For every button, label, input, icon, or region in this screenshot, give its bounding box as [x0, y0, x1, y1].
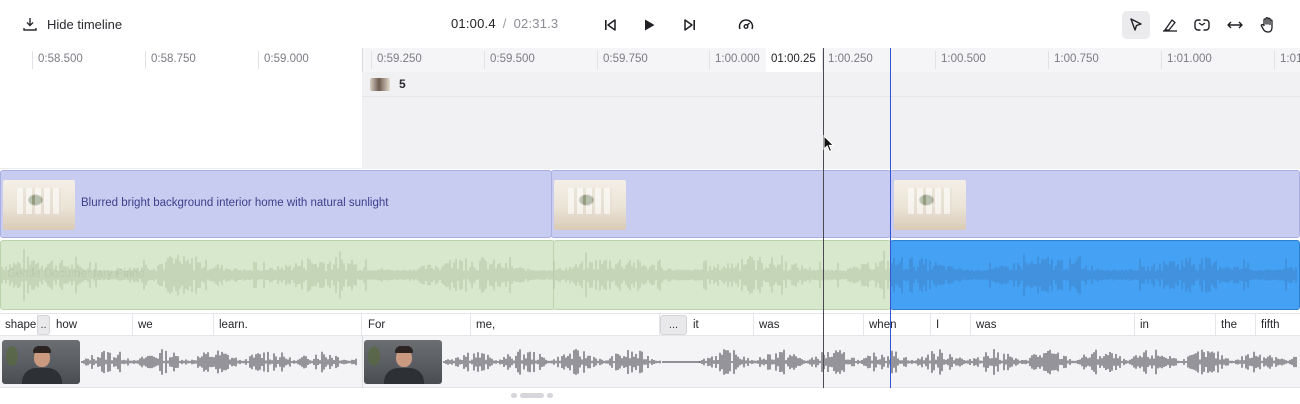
ruler-tick-label: 1:00.250 [828, 53, 873, 65]
time-ruler[interactable]: 0:58.500 0:58.750 0:59.000 0:59.250 0:59.500… [0, 48, 1300, 72]
transcript-word[interactable]: fifth [1256, 314, 1300, 336]
playback-speed-button[interactable] [733, 12, 759, 38]
video-clip-thumbnail [894, 180, 966, 230]
transcript-word[interactable]: we [133, 314, 214, 336]
select-tool-button[interactable] [1122, 11, 1150, 39]
timeline-toolbar: Hide timeline 01:00.4 / 02:31.3 [0, 0, 1300, 48]
ruler-tick-line [709, 51, 710, 69]
video-clip[interactable]: Blurred bright background interior home … [0, 170, 552, 238]
ruler-tick-label: 0:58.750 [151, 53, 196, 65]
transcript-word[interactable]: I [931, 314, 971, 336]
ruler-current-marker: 01:00.25 [766, 48, 822, 72]
transcript-word[interactable]: learn. [214, 314, 362, 336]
hide-timeline-button[interactable]: Hide timeline [22, 12, 122, 36]
transcript-word[interactable]: was [754, 314, 864, 336]
ruler-tick-line [935, 51, 936, 69]
video-clip-thumbnail [554, 180, 626, 230]
resize-handle[interactable] [511, 393, 553, 399]
scene-row[interactable]: 5 [362, 72, 1300, 97]
hover-position-line [823, 48, 824, 388]
ruler-tick-line [258, 51, 259, 69]
resize-handle-bar [520, 393, 544, 398]
ruler-tick-label: 0:59.000 [264, 53, 309, 65]
video-clip[interactable] [890, 170, 1300, 238]
ruler-tick-line [484, 51, 485, 69]
transcript-word[interactable]: in [1135, 314, 1216, 336]
voice-waveform-path [81, 349, 1297, 375]
ripple-tool-button[interactable] [1189, 12, 1215, 38]
ruler-tick-label: 1:00.750 [1054, 53, 1099, 65]
mouse-cursor-icon [823, 135, 835, 153]
ruler-tick-label: 0:59.750 [603, 53, 648, 65]
resize-handle-dot [511, 393, 517, 398]
transcript-word[interactable]: it [688, 314, 754, 336]
playhead[interactable] [890, 48, 891, 388]
transcript-word[interactable]: was [971, 314, 1135, 336]
music-waveform-path [1, 249, 891, 301]
video-track: Blurred bright background interior home … [0, 170, 1300, 238]
transcript-word[interactable]: the [1216, 314, 1256, 336]
ruler-tick-line [371, 51, 372, 69]
ruler-tick-line [1048, 51, 1049, 69]
ruler-tick-label: 1:01.000 [1167, 53, 1212, 65]
voice-waveform [81, 349, 1297, 375]
select-pointer-icon [1130, 18, 1142, 31]
scene-thumbnail [370, 78, 390, 91]
blade-tool-button[interactable] [1157, 12, 1183, 38]
music-waveform-selected-path [891, 253, 1297, 297]
play-button[interactable] [636, 12, 662, 38]
ruler-tick-label: 1:00.000 [715, 53, 760, 65]
resize-handle-dot [547, 393, 553, 398]
pause-marker[interactable]: ... [660, 315, 687, 335]
time-readout: 01:00.4 / 02:31.3 [451, 16, 558, 31]
stretch-tool-button[interactable] [1222, 12, 1248, 38]
skip-forward-button[interactable] [677, 12, 703, 38]
skip-back-icon [605, 19, 616, 31]
total-time: 02:31.3 [513, 16, 559, 31]
scene-track-area [362, 97, 1300, 169]
blade-icon [1163, 19, 1177, 32]
skip-back-button[interactable] [597, 12, 623, 38]
hand-icon [1260, 17, 1273, 33]
video-clip-thumbnail [3, 180, 75, 230]
music-track: Gentle Documentary Piano [0, 240, 1300, 310]
ruler-tick-label: 0:59.250 [377, 53, 422, 65]
transcript-word[interactable]: when [864, 314, 931, 336]
ruler-tick-label: 1:01 [1280, 53, 1300, 65]
empty-track-area [0, 72, 362, 169]
stretch-icon [1227, 21, 1243, 29]
ruler-tick-label: 0:59.500 [490, 53, 535, 65]
hide-timeline-label: Hide timeline [47, 16, 123, 32]
ruler-tick-line [1274, 51, 1275, 69]
ruler-tick-label: 1:00.500 [941, 53, 986, 65]
ruler-tick-line [145, 51, 146, 69]
video-clip[interactable] [551, 170, 891, 238]
play-icon [645, 19, 655, 31]
video-clip-label: Blurred bright background interior home … [81, 197, 389, 209]
scene-count: 5 [399, 77, 406, 91]
skip-forward-icon [684, 19, 695, 31]
ruler-tick-label: 0:58.500 [38, 53, 83, 65]
current-time: 01:00.4 [451, 16, 496, 31]
speaker-track [0, 336, 1300, 388]
transcript-word[interactable]: For [363, 314, 471, 336]
transcript-word[interactable]: shape [0, 314, 38, 336]
transcript-word[interactable]: how [51, 314, 133, 336]
music-waveform [1, 249, 1297, 301]
ruler-tick-line [597, 51, 598, 69]
transcript-row: shape .. how we learn. For me, ... it wa… [0, 313, 1300, 336]
hand-tool-button[interactable] [1255, 12, 1281, 38]
ruler-tick-line [1161, 51, 1162, 69]
speed-icon [738, 19, 754, 30]
hide-timeline-icon [23, 18, 37, 31]
ripple-icon [1194, 18, 1210, 32]
ruler-tick-line [32, 51, 33, 69]
pause-marker[interactable]: .. [37, 315, 50, 335]
time-separator: / [502, 16, 507, 31]
transcript-word[interactable]: me, [471, 314, 660, 336]
